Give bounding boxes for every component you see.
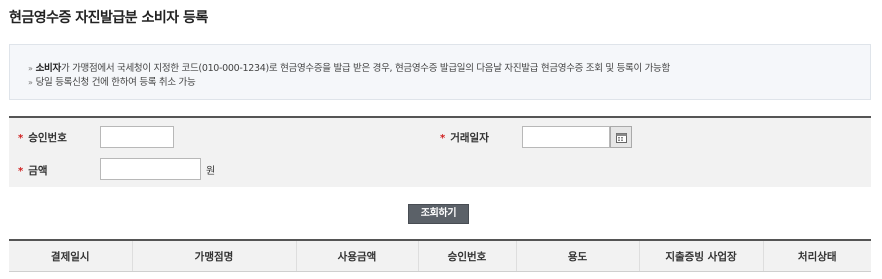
column-header-merchant-name: 가맹점명 [131, 239, 296, 272]
bullet-icon: » [28, 64, 33, 73]
column-header-status: 처리상태 [762, 239, 871, 272]
transaction-date-input[interactable] [522, 126, 610, 148]
column-header-payment-datetime: 결제일시 [9, 239, 132, 272]
notice-line-1-text: 가 가맹점에서 국세청이 지정한 코드(010-000-1234)로 현금영수증… [60, 63, 670, 74]
table-header-row: 결제일시 가맹점명 사용금액 승인번호 용도 지출증빙 사업장 처리상태 [9, 239, 871, 272]
column-header-approval-number: 승인번호 [417, 239, 516, 272]
transaction-date-label: * 거래일자 [440, 132, 489, 144]
amount-input[interactable] [100, 158, 201, 180]
notice-consumer-label: 소비자 [35, 63, 62, 74]
search-form: * 승인번호 * 거래일자 * 금액 원 [9, 116, 871, 187]
required-mark: * [440, 133, 446, 144]
bullet-icon: » [28, 78, 33, 87]
notice-box: » 소비자가 가맹점에서 국세청이 지정한 코드(010-000-1234)로 현… [9, 44, 871, 100]
required-mark: * [18, 133, 24, 144]
column-header-amount-used: 사용금액 [295, 239, 418, 272]
column-header-purpose: 용도 [515, 239, 639, 272]
approval-number-input[interactable] [100, 126, 174, 148]
calendar-button[interactable] [610, 126, 632, 148]
notice-line-1: » 소비자가 가맹점에서 국세청이 지정한 코드(010-000-1234)로 현… [28, 60, 670, 74]
notice-line-2: » 당일 등록신청 건에 한하여 등록 취소 가능 [28, 74, 196, 88]
required-mark: * [18, 166, 24, 177]
approval-number-label: * 승인번호 [18, 132, 67, 144]
page-title: 현금영수증 자진발급분 소비자 등록 [9, 10, 208, 26]
notice-line-2-text: 당일 등록신청 건에 한하여 등록 취소 가능 [35, 77, 196, 88]
calendar-icon [616, 133, 627, 143]
amount-label: * 금액 [18, 165, 48, 177]
amount-unit: 원 [206, 166, 216, 177]
results-table: 결제일시 가맹점명 사용금액 승인번호 용도 지출증빙 사업장 처리상태 [9, 239, 871, 272]
search-button[interactable]: 조회하기 [408, 204, 469, 224]
column-header-expense-proof-business: 지출증빙 사업장 [638, 239, 763, 272]
